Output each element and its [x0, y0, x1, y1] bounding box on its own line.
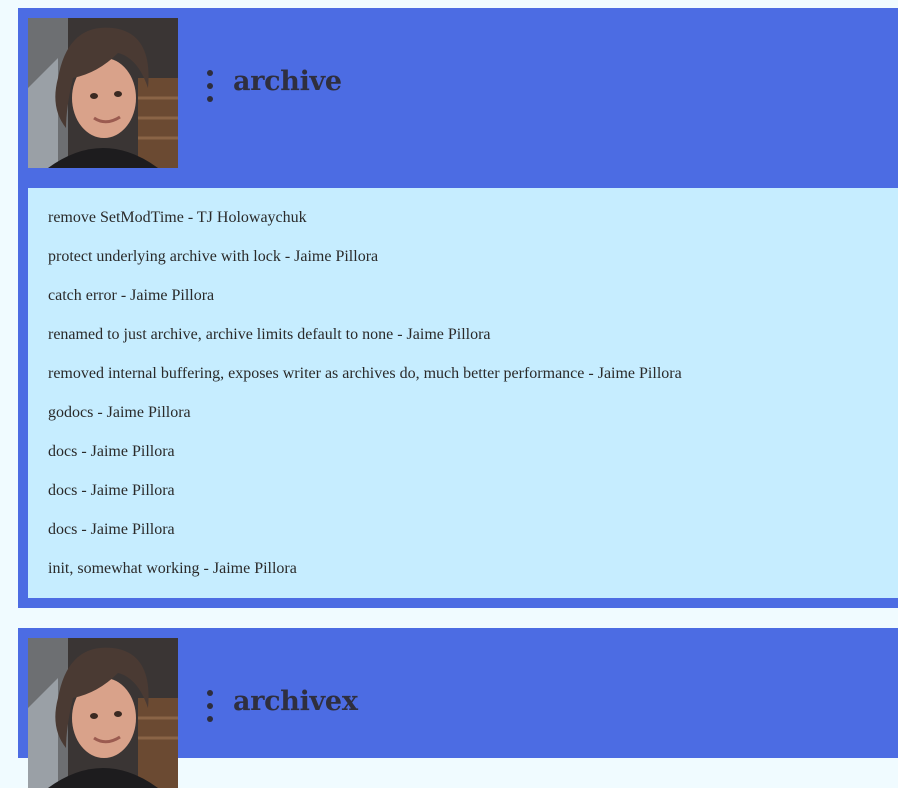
- commit-item: init, somewhat working - Jaime Pillora: [48, 560, 297, 577]
- commit-item: remove SetModTime - TJ Holowaychuk: [48, 209, 307, 226]
- repo-title[interactable]: archive: [233, 66, 342, 97]
- kebab-dot: [207, 83, 213, 89]
- kebab-dot: [207, 716, 213, 722]
- commit-item: catch error - Jaime Pillora: [48, 287, 215, 304]
- avatar-image: [28, 18, 178, 168]
- repo-card: archive remove SetModTime - TJ Holowaych…: [18, 8, 898, 608]
- kebab-menu-icon[interactable]: [206, 70, 214, 102]
- commit-list: remove SetModTime - TJ Holowaychuk prote…: [28, 188, 898, 598]
- avatar: [28, 18, 178, 168]
- commit-item: protect underlying archive with lock - J…: [48, 248, 379, 265]
- avatar-image: [28, 638, 178, 788]
- commit-item: godocs - Jaime Pillora: [48, 404, 191, 421]
- commit-item: docs - Jaime Pillora: [48, 521, 175, 538]
- avatar: [28, 638, 178, 788]
- repo-title[interactable]: archivex: [233, 686, 358, 717]
- kebab-menu-icon[interactable]: [206, 690, 214, 722]
- kebab-dot: [207, 70, 213, 76]
- commit-item: removed internal buffering, exposes writ…: [48, 365, 682, 382]
- kebab-dot: [207, 703, 213, 709]
- kebab-dot: [207, 96, 213, 102]
- kebab-dot: [207, 690, 213, 696]
- commit-item: renamed to just archive, archive limits …: [48, 326, 491, 343]
- repo-card: archivex: [18, 628, 898, 788]
- commit-item: docs - Jaime Pillora: [48, 443, 175, 460]
- commit-item: docs - Jaime Pillora: [48, 482, 175, 499]
